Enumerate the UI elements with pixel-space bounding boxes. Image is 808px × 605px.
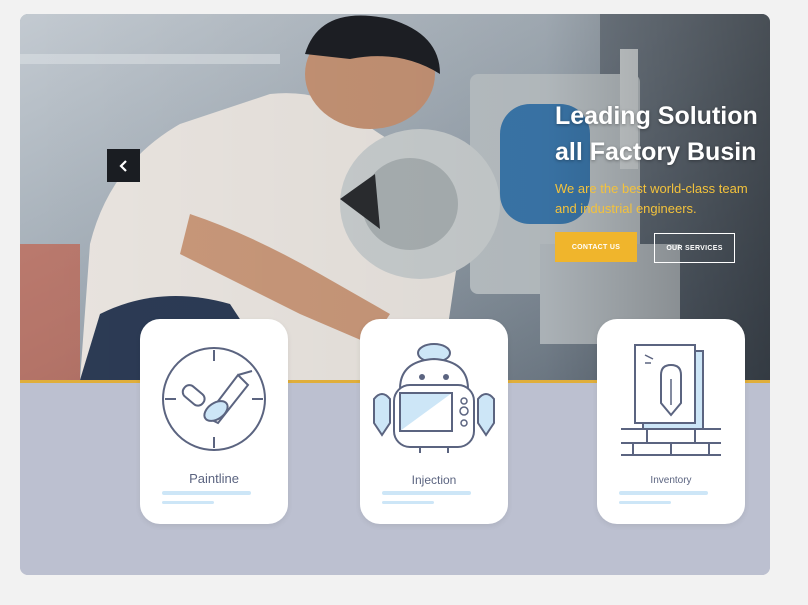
feature-decor-bar <box>619 501 671 504</box>
feature-label-paintline: Paintline <box>189 471 239 486</box>
hero-title: Leading Solution all Factory Busin <box>555 98 770 170</box>
feature-decor-bar <box>382 491 471 495</box>
hero-card: Leading Solution all Factory Busin We ar… <box>20 14 770 575</box>
our-services-button[interactable]: OUR SERVICES <box>654 233 735 263</box>
hero-subtitle-line1: We are the best world-class team <box>555 181 748 196</box>
hero-subtitle: We are the best world-class team and ind… <box>555 179 748 219</box>
feature-decor-bar <box>382 501 434 504</box>
feature-decor-bar <box>162 501 214 504</box>
hero-title-line2: all Factory Busin <box>555 138 757 166</box>
contact-us-button[interactable]: CONTACT US <box>555 232 637 262</box>
feature-label-inventory: Inventory <box>650 475 692 486</box>
chevron-left-icon <box>118 159 127 172</box>
feature-card-paintline[interactable]: Paintline <box>140 319 288 524</box>
hero-subtitle-line2: and industrial engineers. <box>555 201 697 216</box>
feature-card-inventory[interactable]: Inventory <box>597 319 745 524</box>
feature-decor-bar <box>162 491 251 495</box>
hero-title-line1: Leading Solution <box>555 102 758 130</box>
feature-card-injection[interactable]: Injection <box>360 319 508 524</box>
prev-slide-button[interactable] <box>107 149 140 182</box>
feature-label-injection: Injection <box>411 473 457 487</box>
feature-decor-bar <box>619 491 708 495</box>
